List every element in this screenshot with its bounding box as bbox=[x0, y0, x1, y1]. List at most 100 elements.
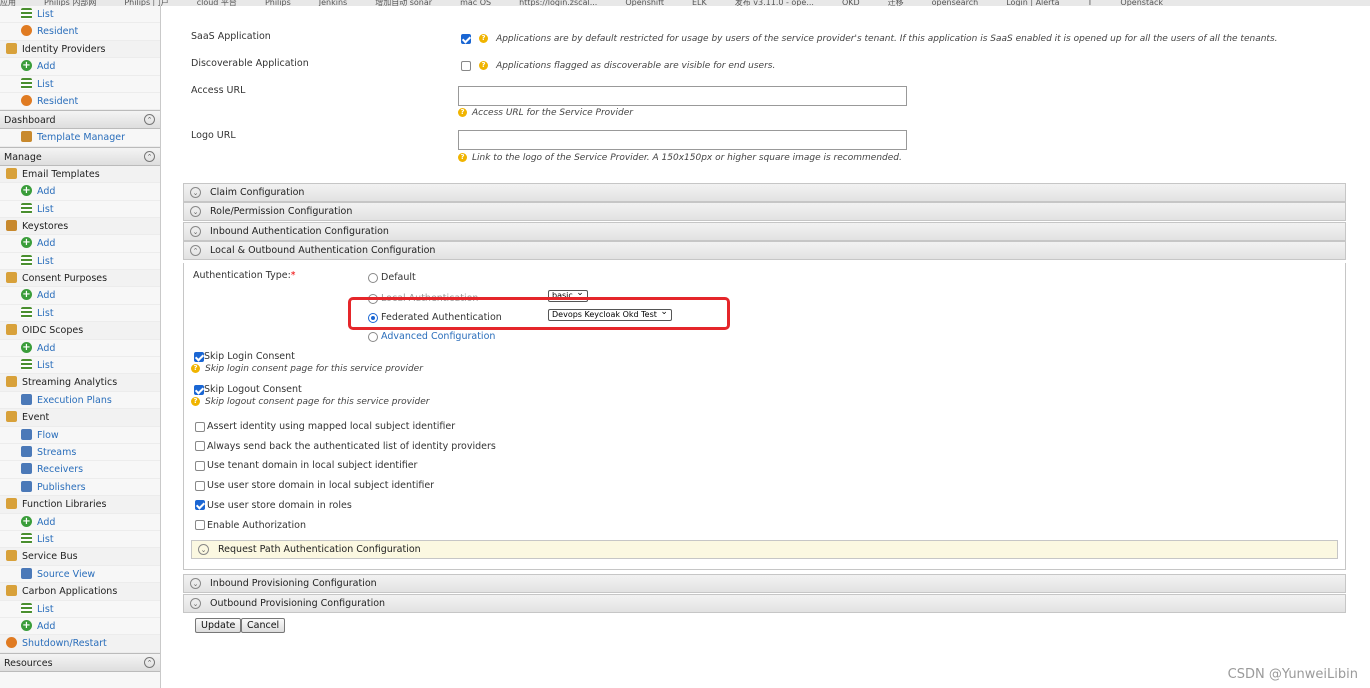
request-path-bar[interactable]: ⌄ Request Path Authentication Configurati… bbox=[191, 540, 1338, 559]
sidebar-item-consent-purposes[interactable]: Consent Purposes bbox=[0, 270, 160, 288]
collapse-icon[interactable]: ⌃ bbox=[144, 114, 155, 126]
update-button[interactable]: Update bbox=[195, 618, 242, 633]
sidebar-item-resident[interactable]: Resident bbox=[0, 23, 160, 41]
skip-login-label: Skip Login Consent bbox=[204, 351, 295, 362]
skip-logout-row[interactable]: Skip Logout Consent bbox=[194, 384, 302, 395]
sidebar-section-resources[interactable]: Resources ⌃ bbox=[0, 652, 160, 672]
option-label: Enable Authorization bbox=[207, 519, 307, 531]
sidebar-item-flow[interactable]: Flow bbox=[0, 427, 160, 444]
add-icon: + bbox=[21, 289, 32, 301]
option-row[interactable]: Enable Authorization bbox=[195, 520, 306, 531]
sidebar-item-label: List bbox=[37, 255, 54, 267]
sidebar-item-list[interactable]: List bbox=[0, 253, 160, 271]
sidebar-item-execution-plans[interactable]: Execution Plans bbox=[0, 392, 160, 410]
sidebar-item-list[interactable]: List bbox=[0, 531, 160, 549]
advanced-radio[interactable] bbox=[368, 331, 378, 342]
sidebar-item-list[interactable]: List bbox=[0, 6, 160, 24]
option-label: Always send back the authenticated list … bbox=[207, 440, 496, 452]
collapse-icon[interactable]: ⌃ bbox=[144, 150, 155, 162]
identity-providers-icon bbox=[6, 42, 17, 54]
watermark: CSDN @YunweiLibin bbox=[1227, 667, 1358, 682]
sidebar-item-label: Streaming Analytics bbox=[22, 377, 118, 389]
sidebar-item-streams[interactable]: Streams bbox=[0, 444, 160, 462]
option-checkbox[interactable] bbox=[195, 480, 205, 491]
claim-config-bar[interactable]: ⌄ Claim Configuration bbox=[183, 183, 1346, 202]
sidebar-item-email-templates[interactable]: Email Templates bbox=[0, 165, 160, 184]
option-checkbox[interactable] bbox=[195, 500, 205, 511]
option-row[interactable]: Use user store domain in roles bbox=[195, 500, 352, 511]
discoverable-checkbox[interactable] bbox=[461, 60, 471, 71]
sidebar-item-identity-providers[interactable]: Identity Providers bbox=[0, 40, 160, 59]
logo-url-label: Logo URL bbox=[191, 130, 236, 141]
sidebar-item-publishers[interactable]: Publishers bbox=[0, 479, 160, 497]
sidebar-item-label: Add bbox=[37, 238, 56, 250]
option-row[interactable]: Assert identity using mapped local subje… bbox=[195, 421, 455, 432]
option-row[interactable]: Use tenant domain in local subject ident… bbox=[195, 460, 417, 471]
claim-config-label: Claim Configuration bbox=[210, 187, 305, 198]
saas-checkbox[interactable] bbox=[461, 33, 471, 44]
skip-login-checkbox[interactable] bbox=[194, 351, 204, 362]
sidebar-item-shutdown-restart[interactable]: Shutdown/Restart bbox=[0, 635, 160, 653]
option-checkbox[interactable] bbox=[195, 421, 205, 432]
chevron-down-icon: ⌄ bbox=[190, 598, 201, 609]
skip-logout-label: Skip Logout Consent bbox=[204, 384, 302, 395]
sidebar-item-keystores[interactable]: Keystores bbox=[0, 217, 160, 236]
sidebar-item-label: Add bbox=[37, 342, 56, 354]
sidebar-item-list[interactable]: List bbox=[0, 76, 160, 93]
main-content: SaaS Application ? Applications are by d… bbox=[161, 6, 1370, 688]
skip-logout-checkbox[interactable] bbox=[194, 384, 204, 395]
sidebar-item-add[interactable]: + Add bbox=[0, 235, 160, 253]
chevron-down-icon: ⌄ bbox=[190, 226, 201, 237]
option-checkbox[interactable] bbox=[195, 441, 205, 452]
cancel-button[interactable]: Cancel bbox=[241, 618, 286, 633]
inbound-auth-bar[interactable]: ⌄ Inbound Authentication Configuration bbox=[183, 222, 1346, 241]
chevron-down-icon: ⌄ bbox=[198, 544, 209, 555]
sidebar-item-source-view[interactable]: Source View bbox=[0, 566, 160, 584]
skip-login-row[interactable]: Skip Login Consent bbox=[194, 351, 295, 362]
option-label: Use tenant domain in local subject ident… bbox=[207, 460, 418, 472]
sidebar-item-add[interactable]: + Add bbox=[0, 340, 160, 358]
sidebar-item-template-manager[interactable]: Template Manager bbox=[0, 129, 160, 147]
sidebar-item-list[interactable]: List bbox=[0, 357, 160, 375]
option-checkbox[interactable] bbox=[195, 520, 205, 530]
sidebar-item-list[interactable]: List bbox=[0, 305, 160, 323]
sidebar-item-service-bus[interactable]: Service Bus bbox=[0, 548, 160, 566]
sidebar-section-dashboard[interactable]: Dashboard ⌃ bbox=[0, 110, 160, 130]
sidebar-item-list[interactable]: List bbox=[0, 601, 160, 618]
sidebar-item-add[interactable]: + Add bbox=[0, 287, 160, 305]
role-config-label: Role/Permission Configuration bbox=[210, 206, 353, 217]
sidebar-item-function-libraries[interactable]: Function Libraries bbox=[0, 496, 160, 514]
option-checkbox[interactable] bbox=[195, 460, 205, 471]
sidebar-item-receivers[interactable]: Receivers bbox=[0, 461, 160, 479]
sidebar-item-add[interactable]: + Add bbox=[0, 183, 160, 201]
sidebar-item-resident[interactable]: Resident bbox=[0, 93, 160, 111]
sidebar-item-list[interactable]: List bbox=[0, 201, 160, 218]
sidebar-section-manage[interactable]: Manage ⌃ bbox=[0, 146, 160, 166]
key-icon bbox=[6, 219, 17, 231]
auth-default-option[interactable]: Default bbox=[368, 272, 416, 283]
option-row[interactable]: Always send back the authenticated list … bbox=[195, 441, 496, 452]
option-row[interactable]: Use user store domain in local subject i… bbox=[195, 480, 434, 491]
sidebar-item-add[interactable]: + Add bbox=[0, 514, 160, 531]
logo-url-hint: Link to the logo of the Service Provider… bbox=[472, 153, 902, 163]
sidebar-item-add[interactable]: + Add bbox=[0, 618, 160, 636]
function-icon bbox=[6, 498, 17, 510]
auth-type-label: Authentication Type:* bbox=[193, 270, 296, 281]
sidebar-item-carbon-applications[interactable]: Carbon Applications bbox=[0, 583, 160, 601]
default-label: Default bbox=[381, 272, 416, 283]
add-icon: + bbox=[21, 60, 32, 72]
sidebar-item-streaming-analytics[interactable]: Streaming Analytics bbox=[0, 374, 160, 392]
sidebar-item-event[interactable]: Event bbox=[0, 409, 160, 427]
auth-advanced-option[interactable]: Advanced Configuration bbox=[368, 331, 495, 342]
role-config-bar[interactable]: ⌄ Role/Permission Configuration bbox=[183, 202, 1346, 221]
sidebar-item-oidc-scopes[interactable]: OIDC Scopes bbox=[0, 322, 160, 340]
required-mark: * bbox=[290, 270, 296, 281]
collapse-icon[interactable]: ⌃ bbox=[144, 656, 155, 668]
logo-url-input[interactable] bbox=[458, 130, 907, 150]
sidebar-item-add[interactable]: + Add bbox=[0, 58, 160, 76]
access-url-input[interactable] bbox=[458, 86, 907, 106]
local-outbound-bar[interactable]: ⌃ Local & Outbound Authentication Configu… bbox=[183, 241, 1346, 260]
default-radio[interactable] bbox=[368, 272, 378, 283]
outbound-prov-bar[interactable]: ⌄ Outbound Provisioning Configuration bbox=[183, 594, 1346, 613]
inbound-prov-bar[interactable]: ⌄ Inbound Provisioning Configuration bbox=[183, 574, 1346, 593]
